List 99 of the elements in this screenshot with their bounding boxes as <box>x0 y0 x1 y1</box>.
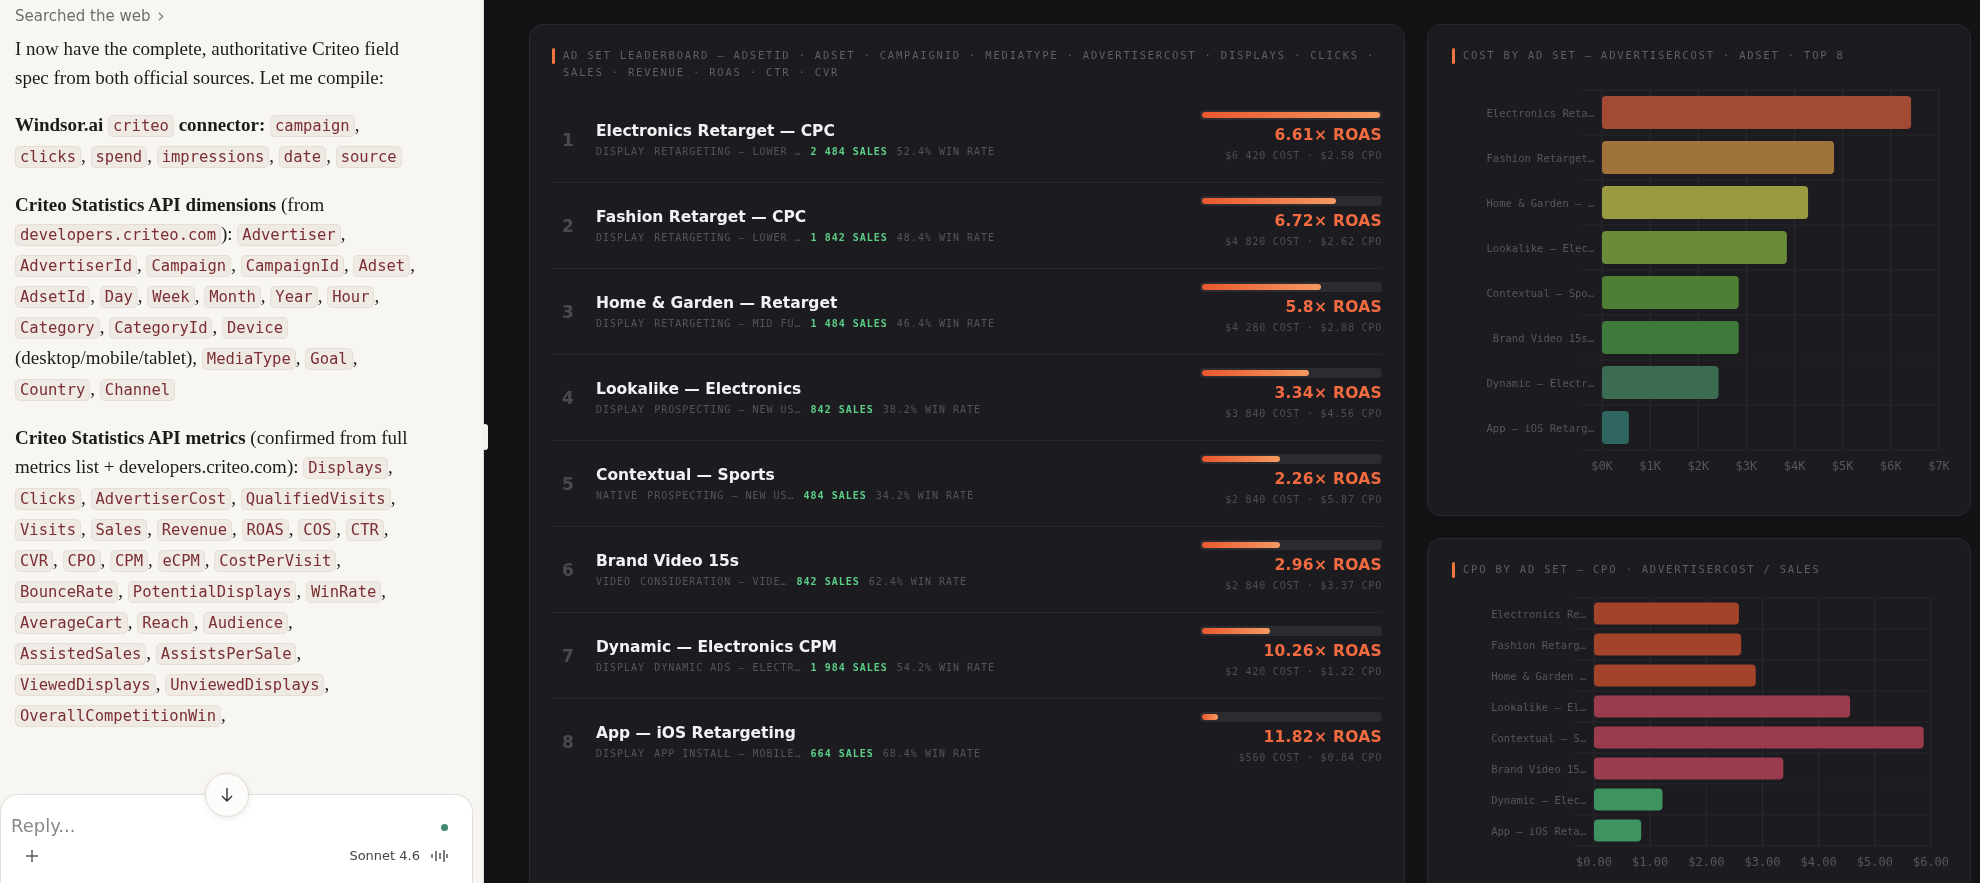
tick-label: $1.00 <box>1632 855 1669 869</box>
tick-label: $6K <box>1880 459 1902 473</box>
tick-label: $2.00 <box>1688 855 1725 869</box>
plus-icon[interactable] <box>25 848 39 863</box>
goal-label: PROSPECTING — NEW US… <box>647 490 795 501</box>
sales-count: 2 484 SALES <box>810 146 888 157</box>
sales-count: 842 SALES <box>810 404 874 415</box>
category-label: Contextual — Spo… <box>1486 286 1594 299</box>
goal-label: RETARGETING — LOWER … <box>654 146 802 157</box>
roas-value: 6.61× ROAS <box>1274 126 1382 144</box>
media-type: DISPLAY <box>596 748 646 759</box>
roas-value: 5.8× ROAS <box>1285 298 1382 316</box>
ad-set-name: Brand Video 15s <box>596 552 740 570</box>
win-rate: 34.2% WIN RATE <box>875 490 975 501</box>
category-label: App — iOS Retarg… <box>1486 421 1594 434</box>
tick-label: $3.00 <box>1744 855 1781 869</box>
sales-count: 484 SALES <box>803 490 867 501</box>
category-label: Brand Video 15… <box>1491 762 1586 775</box>
tick-label: $3K <box>1735 459 1758 473</box>
ad-set-name: App — iOS Retargeting <box>596 724 797 742</box>
status-dot-icon <box>441 824 448 831</box>
ad-set-name: Fashion Retarget — CPC <box>596 208 808 226</box>
accent-mark-icon <box>552 48 555 64</box>
win-rate: 52.4% WIN RATE <box>896 146 996 157</box>
sales-count: 1 842 SALES <box>810 232 888 243</box>
media-type: DISPLAY <box>596 404 646 415</box>
roas-value: 10.26× ROAS <box>1263 642 1382 660</box>
roas-value: 3.34× ROAS <box>1274 384 1382 402</box>
resize-handle[interactable] <box>482 424 488 450</box>
category-label: Brand Video 15s… <box>1492 331 1594 344</box>
accent-mark-icon <box>1452 562 1455 578</box>
message-paragraph: Criteo Statistics API metrics (confirmed from full metrics list + developers.criteo.com): Displays , Clicks , AdvertiserCost , QualifiedVisits , Visits , Sales , Revenue , ROAS , COS , CTR , CVR , CPO , CPM , eCPM , CostPerVisit , BounceRate , PotentialDisplays , WinRate , AverageCart , Reach , Audience , AssistedSales , AssistsPerSale , ViewedDisplays , UnviewedDisplays , OverallCompetitionWin , <box>15 426 409 729</box>
category-label: Contextual — S… <box>1491 731 1586 744</box>
sales-count: 664 SALES <box>810 748 874 759</box>
chart-title: CPO BY AD SET — CPO · ADVERTISERCOST / SALES <box>1463 562 1821 577</box>
sales-count: 1 984 SALES <box>810 662 888 673</box>
roas-value: 11.82× ROAS <box>1263 728 1382 746</box>
win-rate: 38.2% WIN RATE <box>882 404 982 415</box>
ad-set-name: Dynamic — Electronics CPM <box>596 638 839 656</box>
accent-mark-icon <box>1452 48 1455 64</box>
win-rate: 54.2% WIN RATE <box>896 662 996 673</box>
media-type: DISPLAY <box>596 662 646 673</box>
win-rate: 68.4% WIN RATE <box>882 748 982 759</box>
tick-label: $6.00 <box>1912 855 1950 869</box>
win-rate: 62.4% WIN RATE <box>868 576 968 587</box>
tick-label: $1K <box>1639 459 1661 473</box>
media-type: VIDEO <box>596 576 632 587</box>
category-label: Home & Garden — … <box>1486 196 1594 209</box>
ad-set-name: Electronics Retarget — CPC <box>596 122 836 140</box>
chevron-right-icon <box>157 10 165 22</box>
sales-count: 1 484 SALES <box>810 318 888 329</box>
media-type: DISPLAY <box>596 232 646 243</box>
category-label: App — iOS Reta… <box>1491 824 1586 837</box>
tick-label: $5K <box>1831 459 1854 473</box>
sound-wave-icon[interactable] <box>430 848 448 863</box>
reply-input[interactable]: Reply... <box>11 815 371 836</box>
category-label: Lookalike — El… <box>1491 700 1586 713</box>
win-rate: 46.4% WIN RATE <box>896 318 996 329</box>
message-paragraph: I now have the complete, authoritative Criteo field spec from both official sources. Let me compile: <box>15 37 401 90</box>
message-paragraph: Windsor.ai criteo connector: campaign , clicks , spend , impressions , date , source <box>15 110 415 172</box>
tick-label: $4.00 <box>1800 855 1837 869</box>
sales-count: 842 SALES <box>796 576 860 587</box>
searched-web-link[interactable]: Searched the web <box>15 4 165 28</box>
arrow-down-icon <box>220 787 234 803</box>
goal-label: APP INSTALL — MOBILE… <box>654 748 802 759</box>
category-label: Lookalike — Elec… <box>1486 241 1594 254</box>
tick-label: $0.00 <box>1575 855 1613 869</box>
scroll-down-button[interactable] <box>205 773 249 817</box>
category-label: Dynamic — Electr… <box>1486 376 1594 389</box>
roas-value: 2.96× ROAS <box>1274 556 1382 574</box>
category-label: Electronics Re… <box>1491 607 1586 620</box>
model-selector[interactable]: Sonnet 4.6 <box>349 848 420 863</box>
tick-label: $0K <box>1591 459 1613 473</box>
tick-label: $7K <box>1928 459 1950 473</box>
goal-label: CONSIDERATION — VIDE… <box>640 576 788 587</box>
goal-label: RETARGETING — LOWER … <box>654 232 802 243</box>
roas-value: 2.26× ROAS <box>1274 470 1382 488</box>
ad-set-name: Home & Garden — Retarget <box>596 294 839 312</box>
ad-set-name: Lookalike — Electronics <box>596 380 803 398</box>
card-title: AD SET LEADERBOARD — ADSETID · ADSET · CAMPAIGNID · MEDIATYPE · ADVERTISERCOST · DISPLAYS · CLICKS · SALES · REVENUE · ROAS · CTR · CVR <box>563 48 1377 80</box>
ad-set-name: Contextual — Sports <box>596 466 776 484</box>
roas-value: 6.72× ROAS <box>1274 212 1382 230</box>
chart-title: COST BY AD SET — ADVERTISERCOST · ADSET · TOP 8 <box>1463 48 1845 63</box>
tick-label: $4K <box>1783 459 1806 473</box>
category-label: Dynamic — Elec… <box>1491 793 1586 806</box>
tick-label: $2K <box>1687 459 1710 473</box>
category-label: Home & Garden … <box>1491 669 1586 682</box>
goal-label: DYNAMIC ADS — ELECTR… <box>654 662 802 673</box>
category-label: Fashion Retarget… <box>1486 151 1594 164</box>
win-rate: 48.4% WIN RATE <box>896 232 996 243</box>
tick-label: $5.00 <box>1856 855 1893 869</box>
category-label: Fashion Retarg… <box>1491 638 1586 651</box>
category-label: Electronics Reta… <box>1486 106 1594 119</box>
goal-label: PROSPECTING — NEW US… <box>654 404 802 415</box>
media-type: NATIVE <box>596 490 639 501</box>
message-paragraph: Criteo Statistics API dimensions (from developers.criteo.com ): Advertiser , AdvertiserId , Campaign , CampaignId , Adset , AdsetId , Day , Week , Month , Year , Hour , Category , CategoryId , Device (desktop/mobile/tablet), MediaType , Goal , Country , Channel <box>15 193 415 403</box>
media-type: DISPLAY <box>596 146 646 157</box>
goal-label: RETARGETING — MID FU… <box>654 318 802 329</box>
media-type: DISPLAY <box>596 318 646 329</box>
